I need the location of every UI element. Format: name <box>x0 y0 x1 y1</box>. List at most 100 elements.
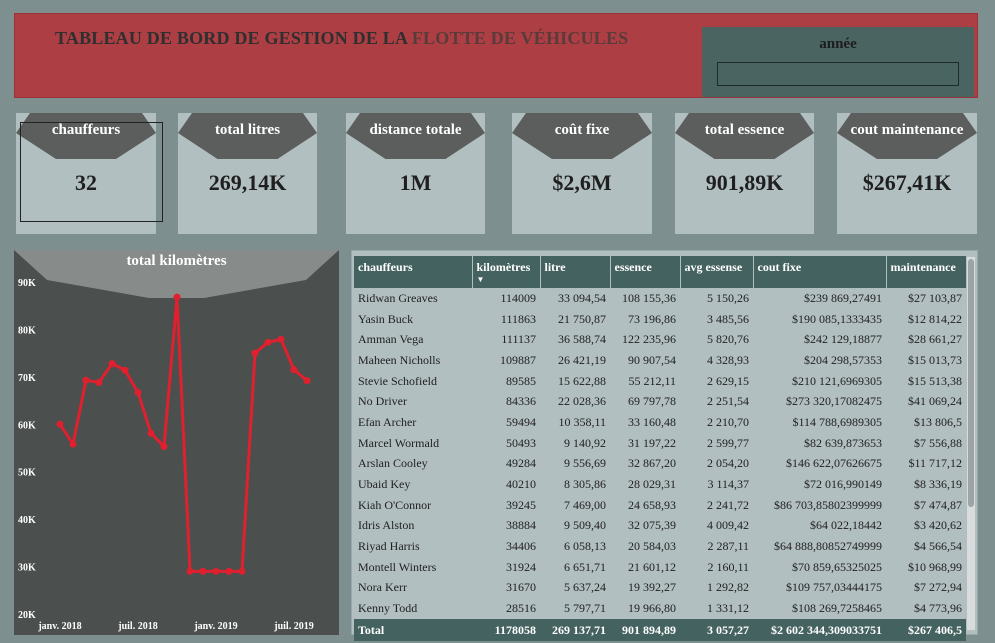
table-row[interactable]: Yasin Buck 111863 21 750,87 73 196,86 3 485,… <box>354 309 966 330</box>
data-point[interactable] <box>303 377 311 385</box>
table-row[interactable]: Marcel Wormald 50493 9 140,92 31 197,22 2 59… <box>354 433 966 454</box>
card-value: $267,41K <box>862 170 952 195</box>
data-point[interactable] <box>186 567 194 575</box>
table-cell: 21 750,87 <box>558 311 606 326</box>
table-row[interactable]: Kenny Todd 28516 5 797,71 19 966,80 1 331,12… <box>354 598 966 619</box>
title-main: TABLEAU DE BORD DE GESTION DE LA <box>55 28 412 48</box>
table-row[interactable]: Efan Archer 59494 10 358,11 33 160,48 2 210,… <box>354 412 966 433</box>
table-row[interactable]: Idris Alston 38884 9 509,40 32 075,39 4 009,… <box>354 516 966 537</box>
table-cell: $86 703,85802399999 <box>774 497 882 512</box>
table-row[interactable]: Amman Vega 111137 36 588,74 122 235,96 5 820… <box>354 329 966 350</box>
data-point[interactable] <box>290 366 298 374</box>
column-header-5[interactable]: cout fixe <box>753 256 887 288</box>
table-cell: 39245 <box>506 497 536 512</box>
table-cell: 2 599,77 <box>707 435 749 450</box>
data-point[interactable] <box>69 440 77 448</box>
table-cell: 9 556,69 <box>564 456 606 471</box>
table-cell: $4 773,96 <box>914 601 962 616</box>
table-cell: 2 241,72 <box>707 497 749 512</box>
table-cell: $11 717,12 <box>908 456 962 471</box>
total-cell: 269 137,71 <box>540 619 610 641</box>
table-row[interactable]: Maheen Nicholls 109887 26 421,19 90 907,54 4… <box>354 350 966 371</box>
table-row[interactable]: Kiah O'Connor 39245 7 469,00 24 658,93 2 241… <box>354 495 966 516</box>
column-header-label: maintenance <box>890 260 956 274</box>
total-cell: $2 602 344,309033751 <box>753 619 886 641</box>
data-point[interactable] <box>173 293 181 301</box>
data-point[interactable] <box>56 420 64 428</box>
table-cell: 108 155,36 <box>622 290 676 305</box>
table-cell: 6 651,71 <box>564 559 606 574</box>
table-cell: $190 085,1333435 <box>792 311 882 326</box>
data-point[interactable] <box>134 389 142 397</box>
table-row[interactable]: No Driver 84336 22 028,36 69 797,78 2 251,54… <box>354 391 966 412</box>
table-cell: $8 336,19 <box>914 477 962 492</box>
x-tick-label: juil. 2018 <box>117 621 157 632</box>
data-point[interactable] <box>251 349 259 357</box>
data-point[interactable] <box>225 567 233 575</box>
data-point[interactable] <box>95 379 103 387</box>
table-cell: Riyad Harris <box>358 539 420 554</box>
table-cell: 32 867,20 <box>628 456 676 471</box>
data-point[interactable] <box>108 360 116 368</box>
table-row[interactable]: Ubaid Key 40210 8 305,86 28 029,31 3 114,37 $… <box>354 474 966 495</box>
table-cell: 73 196,86 <box>628 311 676 326</box>
table-cell: Montell Winters <box>358 559 437 574</box>
table-cell: Ubaid Key <box>358 477 411 492</box>
column-header-label: cout fixe <box>757 260 802 274</box>
table-cell: 31670 <box>506 580 536 595</box>
column-header-label: litre <box>544 260 566 274</box>
data-point[interactable] <box>199 567 207 575</box>
table-cell: 19 966,80 <box>628 601 676 616</box>
data-point[interactable] <box>212 567 220 575</box>
data-point[interactable] <box>277 335 285 343</box>
data-point[interactable] <box>147 429 155 437</box>
column-header-4[interactable]: avg essense <box>680 256 754 288</box>
kpi-card-1[interactable]: total litres 269,14K <box>178 113 317 234</box>
table-cell: 7 469,00 <box>564 497 606 512</box>
column-header-1[interactable]: kilomètres ▼ <box>472 256 541 288</box>
table-cell: $15 013,73 <box>908 352 962 367</box>
table-cell: $13 806,5 <box>914 414 962 429</box>
card-value: 32 <box>75 170 97 195</box>
total-cell: $267 406,5 <box>886 619 966 641</box>
table-header-row: chauffeurs kilomètres ▼ litre essence avg ess… <box>354 256 966 288</box>
table-cell: $242 129,18877 <box>804 332 882 347</box>
table-row[interactable]: Riyad Harris 34406 6 058,13 20 584,03 2 287,… <box>354 536 966 557</box>
column-header-6[interactable]: maintenance <box>886 256 966 288</box>
column-header-3[interactable]: essence <box>610 256 681 288</box>
table-row[interactable]: Montell Winters 31924 6 651,71 21 601,12 2 1… <box>354 557 966 578</box>
sort-descending-icon[interactable]: ▼ <box>477 275 536 285</box>
table-cell: $70 859,65325025 <box>792 559 882 574</box>
total-km-chart: 90K 80K 70K 60K 50K 40K 30K 20K janv. 2018 juil. … <box>14 250 339 635</box>
kpi-card-4[interactable]: total essence 901,89K <box>675 113 814 234</box>
data-point[interactable] <box>121 366 129 374</box>
table-cell: 9 140,92 <box>564 435 606 450</box>
data-point[interactable] <box>82 376 90 384</box>
data-point[interactable] <box>160 443 168 451</box>
table-scrollbar[interactable] <box>967 257 975 630</box>
column-header-0[interactable]: chauffeurs <box>354 256 473 288</box>
kpi-card-3[interactable]: coût fixe $2,6M <box>512 113 652 234</box>
table-row[interactable]: Arslan Cooley 49284 9 556,69 32 867,20 2 054… <box>354 454 966 475</box>
card-value: 269,14K <box>208 170 287 195</box>
table-row[interactable]: Stevie Schofield 89585 15 622,88 55 212,11 2… <box>354 371 966 392</box>
data-point[interactable] <box>238 567 246 575</box>
kpi-card-0[interactable]: chauffeurs 32 <box>16 113 163 234</box>
table-cell: $109 757,03444175 <box>786 580 882 595</box>
table-cell: 4 328,93 <box>707 352 749 367</box>
kpi-card-2[interactable]: distance totale 1M <box>346 113 485 234</box>
table-scroll-thumb[interactable] <box>968 259 974 507</box>
table-row[interactable]: Nora Kerr 31670 5 637,24 19 392,27 1 292,82 $… <box>354 578 966 599</box>
table-cell: 24 658,93 <box>628 497 676 512</box>
column-header-label: avg essense <box>684 260 743 274</box>
kpi-card-5[interactable]: cout maintenance $267,41K <box>837 113 977 234</box>
year-dropdown[interactable] <box>717 62 959 86</box>
column-header-2[interactable]: litre <box>540 256 611 288</box>
data-point[interactable] <box>264 338 272 346</box>
table-row[interactable]: Ridwan Greaves 114009 33 094,54 108 155,36 5… <box>354 288 966 309</box>
table-cell: Arslan Cooley <box>358 456 428 471</box>
y-tick-label: 50K <box>18 468 36 479</box>
table-cell: 50493 <box>506 435 536 450</box>
x-tick-label: juil. 2019 <box>273 621 313 632</box>
table-cell: 55 212,11 <box>628 373 676 388</box>
